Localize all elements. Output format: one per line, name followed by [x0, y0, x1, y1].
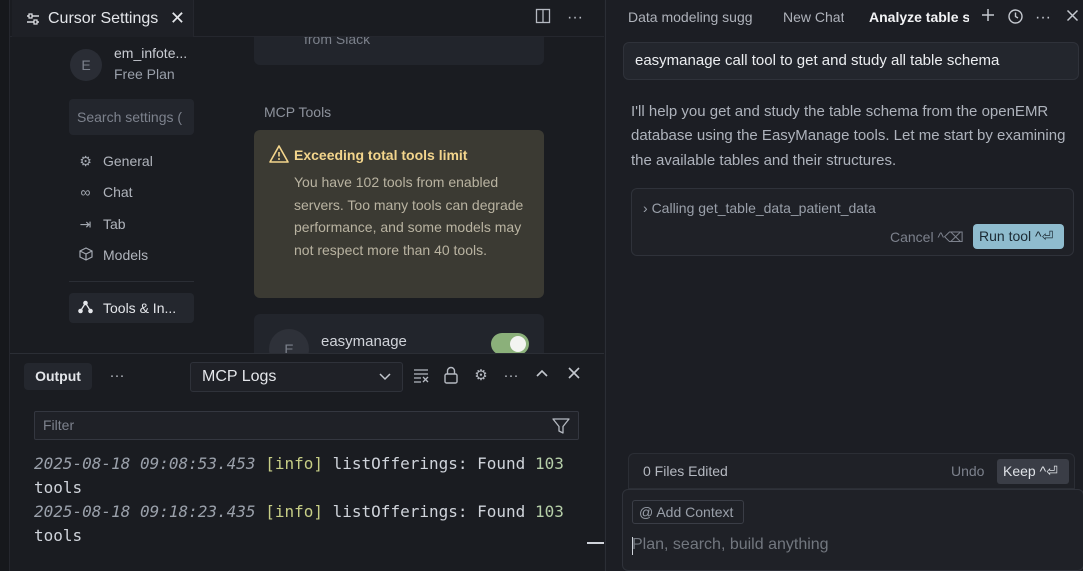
warning-triangle-icon	[269, 145, 289, 163]
log-message: listOfferings: Found	[332, 502, 526, 521]
gear-icon[interactable]: ⚙	[471, 366, 491, 386]
tool-call-header[interactable]: › Calling get_table_data_patient_data	[643, 200, 876, 216]
log-timestamp: 2025-08-18 09:08:53.453	[34, 454, 256, 473]
sidebar-item-label: Chat	[103, 184, 133, 200]
panel-more-icon[interactable]: ···	[107, 366, 127, 386]
integration-card: from Slack	[254, 37, 544, 65]
close-tab-icon[interactable]: ✕	[170, 8, 185, 29]
cube-icon	[77, 246, 94, 264]
settings-search-input[interactable]: Search settings (	[69, 99, 194, 135]
filter-input[interactable]: Filter	[34, 411, 579, 440]
output-panel: Output ··· MCP Logs ⚙ ··· Filter 2025-08…	[10, 353, 604, 571]
tool-call-card: › Calling get_table_data_patient_data Ca…	[631, 188, 1074, 256]
editor-tab-bar: Cursor Settings ✕ ···	[10, 0, 604, 37]
tab-chat-new[interactable]: New Chat	[783, 9, 844, 25]
sidebar-item-models[interactable]: Models	[69, 240, 194, 270]
filter-placeholder: Filter	[43, 417, 75, 433]
sidebar-item-label: Tools & In...	[103, 300, 177, 316]
sidebar-item-label: Models	[103, 247, 149, 263]
minimize-icon[interactable]	[587, 542, 604, 544]
sidebar-divider	[69, 281, 194, 282]
settings-editor-pane: Cursor Settings ✕ ··· E em_infote... Fre…	[0, 0, 604, 571]
warning-title: Exceeding total tools limit	[294, 147, 468, 163]
chevron-right-icon: ›	[643, 200, 648, 216]
toggle-knob	[510, 336, 526, 352]
text-caret	[632, 537, 633, 555]
new-chat-icon[interactable]	[978, 8, 998, 28]
user-message[interactable]: easymanage call tool to get and study al…	[623, 42, 1079, 80]
split-editor-icon[interactable]	[533, 8, 553, 28]
cancel-button[interactable]: Cancel ^⌫	[890, 229, 964, 246]
sidebar-item-tools[interactable]: Tools & In...	[69, 293, 194, 323]
log-timestamp: 2025-08-18 09:18:23.435	[34, 502, 256, 521]
more-actions-icon[interactable]: ···	[501, 366, 521, 386]
close-chat-icon[interactable]	[1062, 8, 1082, 28]
chat-pane: Data modeling sugg New Chat Analyze tabl…	[605, 0, 1083, 571]
output-channel-value: MCP Logs	[202, 368, 277, 385]
log-tail: tools	[34, 477, 83, 497]
files-edited-bar: 0 Files Edited Undo Keep ^⏎	[628, 453, 1075, 489]
log-tail: tools	[34, 525, 83, 545]
log-level: [info]	[265, 454, 323, 473]
more-actions-icon[interactable]: ···	[565, 8, 585, 28]
more-actions-icon[interactable]: ···	[1033, 8, 1053, 28]
assistant-message: I'll help you get and study the table sc…	[631, 103, 1066, 169]
server-enable-toggle[interactable]	[491, 333, 529, 353]
prompt-input[interactable]: Plan, search, build anything	[632, 536, 829, 554]
filter-icon[interactable]	[552, 417, 570, 435]
server-name: easymanage	[321, 333, 407, 350]
at-icon: @	[639, 504, 654, 520]
sidebar-item-general[interactable]: ⚙ General	[69, 146, 194, 176]
tab-label: Cursor Settings	[48, 9, 159, 27]
account-plan: Free Plan	[114, 66, 175, 82]
tool-call-label: Calling get_table_data_patient_data	[651, 200, 876, 216]
sidebar-item-tab[interactable]: ⇥ Tab	[69, 209, 194, 239]
clear-output-icon[interactable]	[411, 366, 431, 386]
tab-chat-data-modeling[interactable]: Data modeling sugg	[628, 9, 764, 25]
close-panel-icon[interactable]	[564, 366, 584, 386]
add-context-label: Add Context	[656, 504, 734, 520]
keep-button[interactable]: Keep ^⏎	[997, 459, 1069, 484]
history-icon[interactable]	[1005, 8, 1025, 28]
sidebar-item-chat[interactable]: ∞ Chat	[69, 177, 194, 207]
tab-output[interactable]: Output	[24, 363, 92, 390]
arrow-right-bar-icon: ⇥	[79, 215, 92, 232]
avatar: E	[70, 49, 102, 81]
activity-gutter	[0, 0, 10, 571]
server-avatar: E	[269, 329, 309, 353]
warning-body: You have 102 tools from enabled servers.…	[294, 174, 524, 259]
account-name: em_infote...	[114, 45, 188, 61]
tools-limit-warning: Exceeding total tools limit You have 102…	[254, 130, 544, 298]
output-channel-select[interactable]: MCP Logs	[190, 362, 403, 392]
settings-sliders-icon	[27, 12, 39, 25]
network-icon	[77, 300, 94, 317]
tab-cursor-settings[interactable]: Cursor Settings ✕	[12, 0, 194, 37]
chat-composer[interactable]: @ Add Context Plan, search, build anythi…	[622, 489, 1083, 571]
infinity-icon: ∞	[80, 184, 91, 200]
files-edited-count[interactable]: 0 Files Edited	[643, 463, 728, 479]
log-count: 103	[534, 454, 564, 473]
gear-icon: ⚙	[79, 152, 92, 169]
chevron-up-icon[interactable]	[532, 366, 552, 386]
log-message: listOfferings: Found	[332, 454, 526, 473]
mcp-tools-heading: MCP Tools	[264, 104, 332, 120]
undo-button[interactable]: Undo	[951, 463, 984, 479]
chevron-down-icon	[378, 363, 392, 401]
log-count: 103	[534, 502, 564, 521]
log-entry: 2025-08-18 09:18:23.435 [info] listOffer…	[34, 500, 579, 547]
log-entry: 2025-08-18 09:08:53.453 [info] listOffer…	[34, 452, 579, 499]
tab-chat-analyze[interactable]: Analyze table s	[869, 9, 969, 25]
add-context-button[interactable]: @ Add Context	[632, 500, 744, 524]
settings-content: E em_infote... Free Plan Search settings…	[10, 37, 604, 353]
mcp-server-card: E easymanage	[254, 314, 544, 353]
run-tool-button[interactable]: Run tool ^⏎	[973, 224, 1064, 249]
lock-scroll-icon[interactable]	[441, 366, 461, 386]
chat-tab-bar: Data modeling sugg New Chat Analyze tabl…	[606, 0, 1083, 36]
sidebar-item-label: General	[103, 153, 153, 169]
log-level: [info]	[265, 502, 323, 521]
integration-card-text: from Slack	[304, 37, 371, 47]
sidebar-item-label: Tab	[103, 216, 126, 232]
